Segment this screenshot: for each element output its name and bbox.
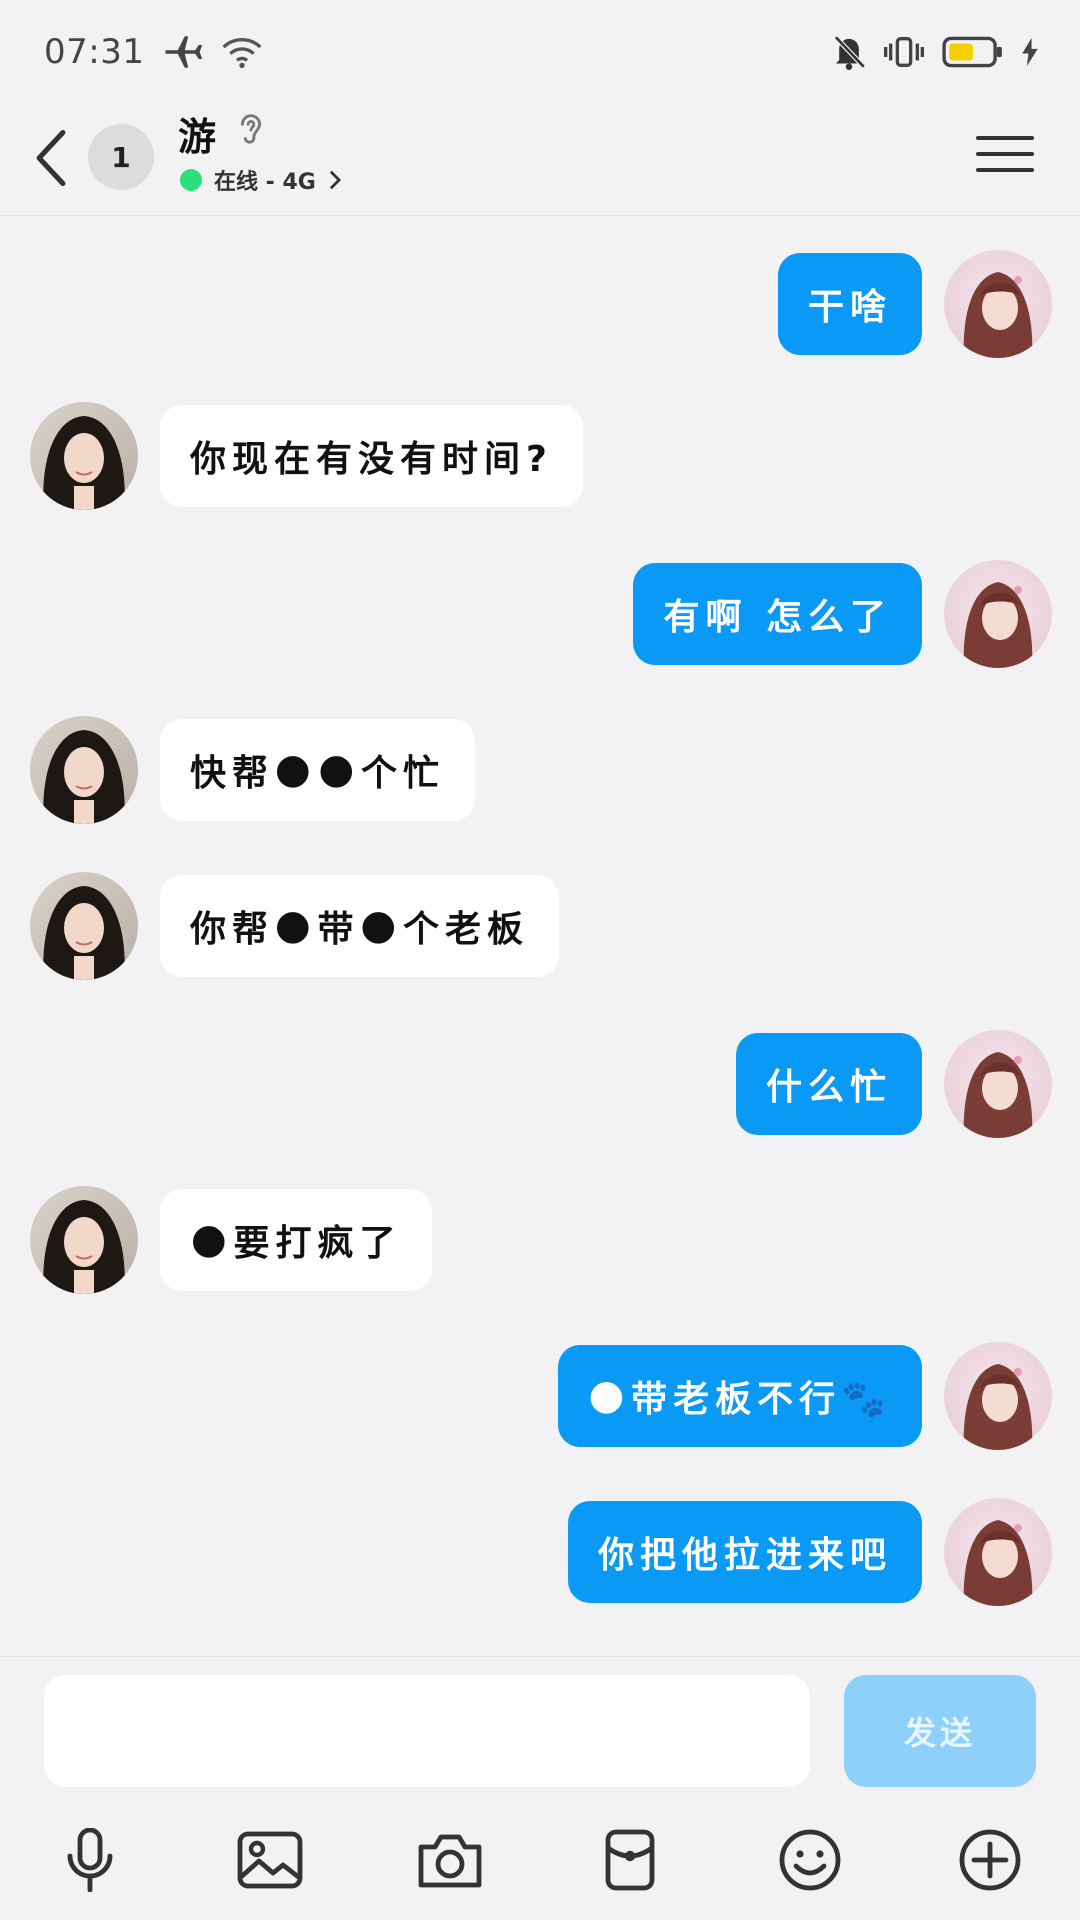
message-bubble[interactable]: 有啊 怎么了	[633, 563, 922, 665]
message-outgoing: 干啥	[777, 250, 1052, 358]
chat-list[interactable]: 干啥 你现在有没有时间? 有啊 怎么了 快帮🌑🌑个忙 你帮🌑带🌑个老板 什么忙	[0, 216, 1080, 1656]
message-input[interactable]	[44, 1675, 810, 1787]
message-outgoing: 什么忙	[735, 1030, 1052, 1138]
message-bubble[interactable]: 你帮🌑带🌑个老板	[160, 875, 560, 977]
more-button[interactable]	[950, 1815, 1030, 1905]
online-status-text: 在线 - 4G	[214, 170, 316, 195]
mute-icon	[832, 34, 866, 70]
charging-icon	[1022, 38, 1038, 66]
message-bubble[interactable]: 你把他拉进来吧	[567, 1501, 922, 1603]
emoji-icon	[779, 1829, 841, 1891]
composer: 发送	[0, 1656, 1080, 1920]
message-bubble[interactable]: 🌑带老板不行🐾	[557, 1345, 922, 1447]
ear-icon[interactable]	[236, 110, 266, 154]
menu-icon-line	[976, 136, 1034, 140]
camera-button[interactable]	[410, 1815, 490, 1905]
message-incoming: 你现在有没有时间?	[30, 402, 583, 510]
message-outgoing: 有啊 怎么了	[633, 560, 1052, 668]
chevron-right-icon	[329, 170, 341, 190]
message-bubble[interactable]: 🌑要打疯了	[160, 1189, 432, 1291]
camera-icon	[418, 1834, 482, 1888]
self-avatar[interactable]	[944, 560, 1052, 668]
airplane-mode-icon	[162, 34, 204, 70]
message-bubble[interactable]: 快帮🌑🌑个忙	[160, 719, 476, 821]
menu-icon-line	[976, 168, 1034, 172]
battery-icon	[942, 35, 1004, 69]
red-packet-icon	[605, 1829, 655, 1891]
microphone-icon	[67, 1828, 113, 1892]
back-button[interactable]	[34, 118, 84, 198]
self-avatar[interactable]	[944, 1342, 1052, 1450]
clock: 07:31	[44, 32, 145, 72]
plus-icon	[959, 1829, 1021, 1891]
composer-toolbar	[0, 1815, 1080, 1905]
chevron-left-icon	[36, 129, 66, 187]
chat-header: 1 游 在线 - 4G	[0, 104, 1080, 216]
contact-name[interactable]: 游	[178, 106, 217, 161]
message-incoming: 🌑要打疯了	[30, 1186, 432, 1294]
message-incoming: 快帮🌑🌑个忙	[30, 716, 476, 824]
message-bubble[interactable]: 干啥	[777, 253, 922, 355]
menu-button[interactable]	[976, 124, 1034, 184]
contact-avatar[interactable]	[30, 872, 138, 980]
emoji-button[interactable]	[770, 1815, 850, 1905]
unread-count-badge[interactable]: 1	[88, 124, 154, 190]
contact-avatar[interactable]	[30, 1186, 138, 1294]
message-incoming: 你帮🌑带🌑个老板	[30, 872, 560, 980]
online-dot	[180, 169, 202, 191]
image-icon	[237, 1831, 303, 1889]
message-bubble[interactable]: 什么忙	[735, 1033, 922, 1135]
message-outgoing: 🌑带老板不行🐾	[557, 1342, 1052, 1450]
vibrate-icon	[884, 35, 924, 69]
online-status-row[interactable]: 在线 - 4G	[180, 164, 342, 196]
red-packet-button[interactable]	[590, 1815, 670, 1905]
wifi-icon	[222, 35, 262, 69]
voice-button[interactable]	[50, 1815, 130, 1905]
contact-avatar[interactable]	[30, 716, 138, 824]
menu-icon-line	[976, 152, 1034, 156]
self-avatar[interactable]	[944, 250, 1052, 358]
self-avatar[interactable]	[944, 1030, 1052, 1138]
contact-avatar[interactable]	[30, 402, 138, 510]
send-button[interactable]: 发送	[844, 1675, 1036, 1787]
image-button[interactable]	[230, 1815, 310, 1905]
status-bar: 07:31	[0, 0, 1080, 104]
self-avatar[interactable]	[944, 1498, 1052, 1606]
message-outgoing: 你把他拉进来吧	[567, 1498, 1052, 1606]
message-bubble[interactable]: 你现在有没有时间?	[160, 405, 583, 507]
